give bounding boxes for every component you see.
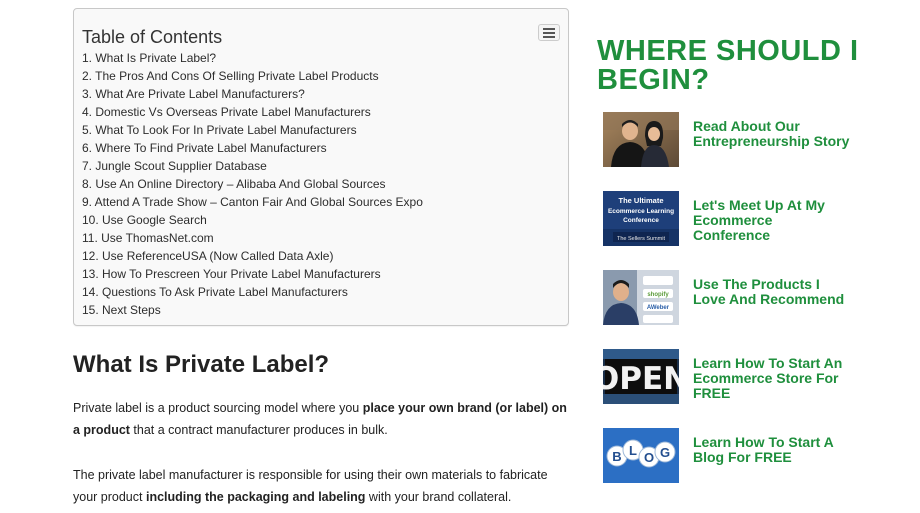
products-line-1: shopify	[647, 292, 669, 298]
article-paragraph: Private label is a product sourcing mode…	[73, 397, 573, 441]
toc-item: 9. Attend A Trade Show – Canton Fair And…	[82, 193, 423, 211]
section-heading: What Is Private Label?	[73, 351, 330, 378]
toc-link[interactable]: 2. The Pros And Cons Of Selling Private …	[82, 69, 379, 83]
products-line-2: AWeber	[647, 305, 670, 311]
blog-balls-icon: B L O G	[603, 428, 679, 483]
sidebar-item-label: Read About Our Entrepreneurship Story	[693, 118, 850, 149]
sidebar-item-products[interactable]: shopify AWeber Use The Products I Love A…	[603, 270, 903, 326]
toc-item: 7. Jungle Scout Supplier Database	[82, 157, 423, 175]
sidebar-title: WHERE SHOULD I BEGIN?	[597, 35, 859, 96]
paragraph-bold-text: including the packaging and labeling	[145, 490, 366, 504]
blog-letter: B	[612, 449, 621, 464]
toc-item: 3. What Are Private Label Manufacturers?	[82, 85, 423, 103]
conference-banner-thumbnail: The Ultimate Ecommerce Learning Conferen…	[603, 191, 679, 246]
sidebar-item-label: Learn How To Start A Blog For FREE	[693, 434, 834, 465]
article-paragraph: The private label manufacturer is respon…	[73, 464, 573, 508]
page: Table of Contents 1. What Is Private Lab…	[0, 0, 920, 513]
toc-link[interactable]: 13. How To Prescreen Your Private Label …	[82, 267, 381, 281]
toc-item: 12. Use ReferenceUSA (Now Called Data Ax…	[82, 247, 423, 265]
toc-title: Table of Contents	[82, 27, 223, 47]
open-sign-icon: OPEN	[603, 349, 679, 404]
sidebar-item-story[interactable]: Read About Our Entrepreneurship Story	[603, 112, 903, 168]
blog-balls-thumbnail: B L O G	[603, 428, 679, 483]
toc-link[interactable]: 7. Jungle Scout Supplier Database	[82, 159, 267, 173]
list-icon	[543, 28, 555, 38]
toc-item: 6. Where To Find Private Label Manufactu…	[82, 139, 423, 157]
toc-link[interactable]: 5. What To Look For In Private Label Man…	[82, 123, 357, 137]
conference-line-4: The Sellers Summit	[617, 236, 665, 242]
conference-line-2: Ecommerce Learning	[608, 208, 674, 215]
toc-item: 2. The Pros And Cons Of Selling Private …	[82, 67, 423, 85]
sidebar-item-label: Let's Meet Up At My Ecommerce Conference	[693, 197, 825, 243]
toc-item: 13. How To Prescreen Your Private Label …	[82, 265, 423, 283]
toc-item: 5. What To Look For In Private Label Man…	[82, 121, 423, 139]
toc-link[interactable]: 14. Questions To Ask Private Label Manuf…	[82, 285, 348, 299]
conference-line-1: The Ultimate	[618, 196, 663, 205]
toc-item: 15. Next Steps	[82, 301, 423, 319]
products-photo-icon: shopify AWeber	[603, 270, 679, 325]
sidebar-item-label: Use The Products I Love And Recommend	[693, 276, 845, 307]
blog-letter: O	[644, 450, 654, 465]
toc-link[interactable]: 12. Use ReferenceUSA (Now Called Data Ax…	[82, 249, 333, 263]
toc-item: 1. What Is Private Label?	[82, 49, 423, 67]
sidebar-item-label: Learn How To Start An Ecommerce Store Fo…	[693, 355, 843, 401]
paragraph-text: Private label is a product sourcing mode…	[73, 401, 363, 415]
open-sign-text: OPEN	[603, 361, 679, 397]
toc-link[interactable]: 10. Use Google Search	[82, 213, 207, 227]
blog-letter: L	[629, 443, 637, 458]
conference-line-3: Conference	[623, 217, 659, 224]
paragraph-text: that a contract manufacturer produces in…	[129, 423, 388, 437]
toc-link[interactable]: 9. Attend A Trade Show – Canton Fair And…	[82, 195, 423, 209]
table-of-contents: Table of Contents 1. What Is Private Lab…	[73, 8, 569, 326]
couple-photo-thumbnail	[603, 112, 679, 167]
paragraph-text: with your brand collateral.	[365, 490, 512, 504]
sidebar-item-blog[interactable]: B L O G Learn How To Start A Blog For FR…	[603, 428, 903, 484]
open-sign-thumbnail: OPEN	[603, 349, 679, 404]
toc-item: 14. Questions To Ask Private Label Manuf…	[82, 283, 423, 301]
toc-item: 10. Use Google Search	[82, 211, 423, 229]
toc-item: 4. Domestic Vs Overseas Private Label Ma…	[82, 103, 423, 121]
toc-link[interactable]: 8. Use An Online Directory – Alibaba And…	[82, 177, 386, 191]
toc-link[interactable]: 3. What Are Private Label Manufacturers?	[82, 87, 305, 101]
toc-list: 1. What Is Private Label? 2. The Pros An…	[82, 49, 423, 319]
toc-link[interactable]: 6. Where To Find Private Label Manufactu…	[82, 141, 327, 155]
blog-letter: G	[660, 445, 670, 460]
sidebar-item-conference[interactable]: The Ultimate Ecommerce Learning Conferen…	[603, 191, 903, 247]
toc-link[interactable]: 11. Use ThomasNet.com	[82, 231, 214, 245]
couple-photo-icon	[603, 112, 679, 167]
toc-toggle-button[interactable]	[538, 24, 560, 41]
conference-banner-icon: The Ultimate Ecommerce Learning Conferen…	[603, 191, 679, 246]
toc-link[interactable]: 4. Domestic Vs Overseas Private Label Ma…	[82, 105, 371, 119]
toc-item: 11. Use ThomasNet.com	[82, 229, 423, 247]
products-photo-thumbnail: shopify AWeber	[603, 270, 679, 325]
toc-item: 8. Use An Online Directory – Alibaba And…	[82, 175, 423, 193]
sidebar-item-ecommerce-store[interactable]: OPEN Learn How To Start An Ecommerce Sto…	[603, 349, 903, 405]
toc-link[interactable]: 15. Next Steps	[82, 303, 161, 317]
toc-link[interactable]: 1. What Is Private Label?	[82, 51, 216, 65]
